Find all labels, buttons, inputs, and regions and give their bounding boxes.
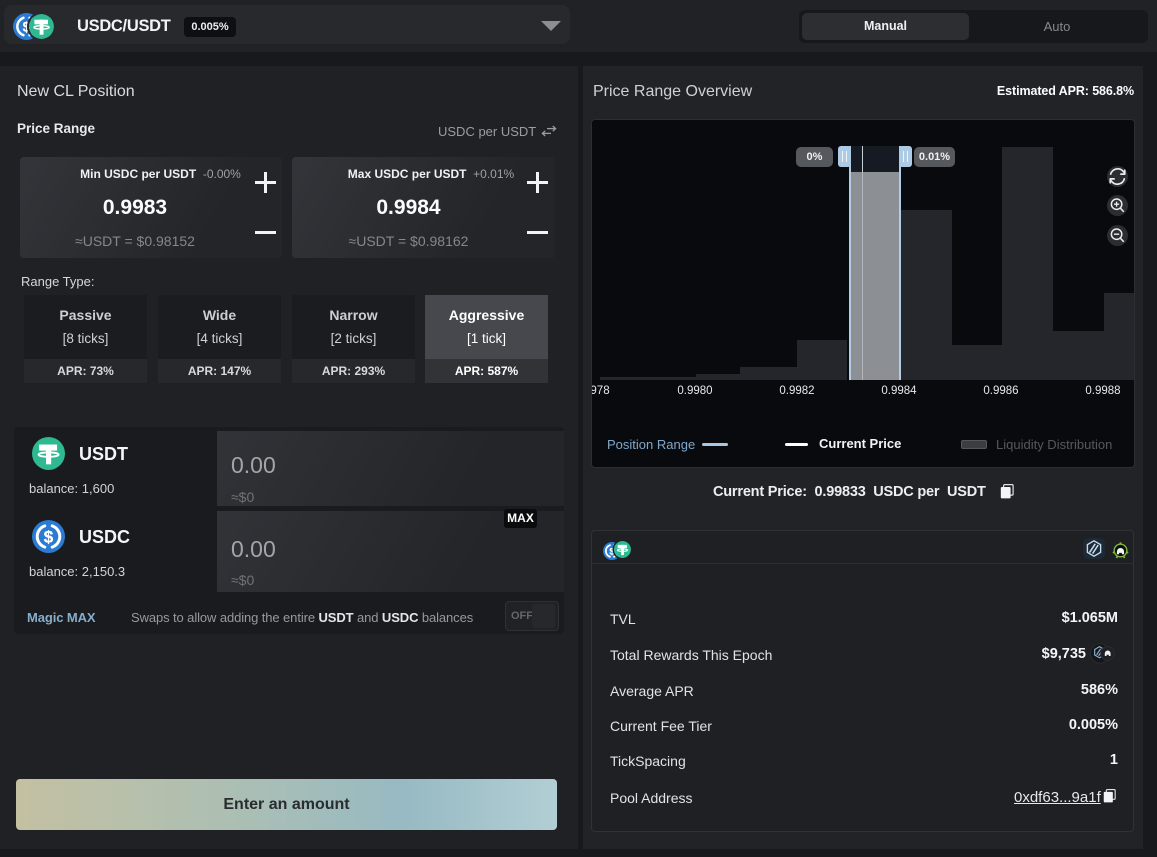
svg-text:$: $	[44, 527, 54, 546]
